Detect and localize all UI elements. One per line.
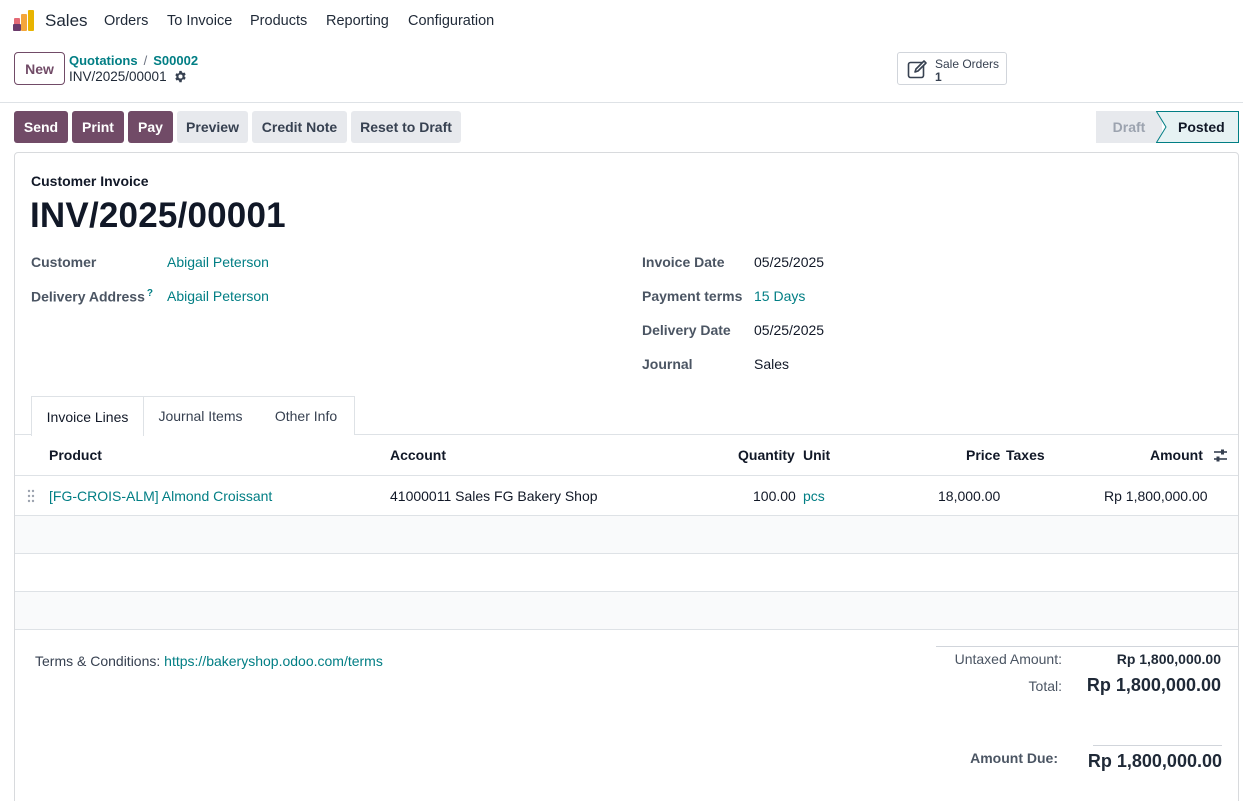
credit-note-button[interactable]: Credit Note — [252, 111, 347, 143]
breadcrumb-current: INV/2025/00001 — [69, 69, 187, 84]
total-value: Rp 1,800,000.00 — [1086, 675, 1221, 695]
delivery-address-field[interactable]: Abigail Peterson — [167, 288, 269, 304]
print-button[interactable]: Print — [72, 111, 124, 143]
status-posted-label: Posted — [1178, 119, 1225, 135]
col-price[interactable]: Price — [966, 447, 1000, 463]
menu-to-invoice[interactable]: To Invoice — [167, 13, 232, 29]
col-unit[interactable]: Unit — [803, 447, 830, 463]
breadcrumb-separator: / — [143, 53, 148, 68]
breadcrumb-quotations[interactable]: Quotations — [69, 53, 138, 68]
status-bar: Draft Posted — [1096, 111, 1239, 143]
total-label: Total: — [1028, 678, 1062, 694]
optional-columns-icon[interactable] — [1213, 448, 1228, 463]
col-amount[interactable]: Amount — [1150, 447, 1203, 463]
empty-row — [15, 516, 1238, 553]
pay-button[interactable]: Pay — [128, 111, 173, 143]
new-button[interactable]: New — [14, 52, 65, 85]
payment-terms-label: Payment terms — [642, 288, 743, 304]
customer-label: Customer — [31, 254, 97, 270]
help-icon[interactable]: ? — [147, 288, 153, 299]
status-draft[interactable]: Draft — [1096, 111, 1162, 143]
smart-button-label: Sale Orders — [935, 57, 1000, 71]
app-name[interactable]: Sales — [45, 11, 88, 31]
row-account[interactable]: 41000011 Sales FG Bakery Shop — [390, 488, 598, 504]
customer-field[interactable]: Abigail Peterson — [167, 254, 269, 270]
top-navbar: Sales Orders To Invoice Products Reporti… — [0, 0, 1243, 42]
menu-configuration[interactable]: Configuration — [408, 13, 494, 29]
terms-link[interactable]: https://bakeryshop.odoo.com/terms — [164, 653, 383, 669]
breadcrumb-order[interactable]: S00002 — [153, 53, 198, 68]
untaxed-amount-label: Untaxed Amount: — [954, 651, 1062, 667]
tab-journal-items[interactable]: Journal Items — [143, 396, 259, 435]
delivery-address-label-text: Delivery Address — [31, 288, 145, 305]
empty-row — [15, 554, 1238, 591]
edit-document-icon — [907, 60, 927, 79]
send-button[interactable]: Send — [14, 111, 68, 143]
invoice-date-label: Invoice Date — [642, 254, 725, 270]
delivery-address-label: Delivery Address? — [31, 288, 153, 305]
amount-due-label: Amount Due: — [970, 750, 1058, 766]
col-product[interactable]: Product — [49, 447, 102, 463]
tab-other-info[interactable]: Other Info — [258, 396, 355, 435]
terms-and-conditions: Terms & Conditions: https://bakeryshop.o… — [35, 653, 383, 669]
preview-button[interactable]: Preview — [177, 111, 248, 143]
delivery-date-label: Delivery Date — [642, 322, 731, 338]
row-unit[interactable]: pcs — [803, 488, 825, 504]
invoice-date-field[interactable]: 05/25/2025 — [754, 254, 824, 270]
drag-handle-icon[interactable] — [27, 489, 35, 503]
totals-divider — [936, 646, 1238, 647]
menu-orders[interactable]: Orders — [104, 13, 148, 29]
journal-label: Journal — [642, 356, 693, 372]
row-amount: Rp 1,800,000.00 — [1104, 488, 1208, 504]
untaxed-amount-value: Rp 1,800,000.00 — [1116, 651, 1221, 667]
sale-orders-smart-button[interactable]: Sale Orders 1 — [897, 52, 1007, 85]
col-account[interactable]: Account — [390, 447, 446, 463]
row-price[interactable]: 18,000.00 — [938, 488, 1000, 504]
document-type: Customer Invoice — [31, 173, 149, 189]
sales-app-icon[interactable] — [13, 10, 36, 32]
smart-button-count: 1 — [935, 70, 942, 84]
amount-due-value: Rp 1,800,000.00 — [1087, 751, 1222, 771]
row-divider — [15, 629, 1238, 630]
tab-invoice-lines[interactable]: Invoice Lines — [31, 396, 144, 436]
journal-field[interactable]: Sales — [754, 356, 789, 372]
form-sheet — [14, 152, 1239, 801]
empty-row — [15, 592, 1238, 629]
menu-reporting[interactable]: Reporting — [326, 13, 389, 29]
payment-terms-field[interactable]: 15 Days — [754, 288, 805, 304]
row-quantity[interactable]: 100.00 — [753, 488, 796, 504]
current-record-name: INV/2025/00001 — [69, 69, 167, 84]
menu-products[interactable]: Products — [250, 13, 307, 29]
col-taxes[interactable]: Taxes — [1006, 447, 1045, 463]
reset-to-draft-button[interactable]: Reset to Draft — [351, 111, 461, 143]
gear-icon[interactable] — [174, 70, 187, 83]
status-posted[interactable]: Posted — [1156, 111, 1239, 143]
control-panel: New Quotations / S00002 INV/2025/00001 Sal… — [0, 42, 1243, 103]
row-product[interactable]: [FG-CROIS-ALM] Almond Croissant — [49, 488, 272, 504]
breadcrumb: Quotations / S00002 — [69, 53, 198, 68]
terms-label: Terms & Conditions: — [35, 653, 161, 669]
header-divider — [15, 475, 1238, 476]
col-quantity[interactable]: Quantity — [738, 447, 795, 463]
invoice-number: INV/2025/00001 — [30, 196, 286, 235]
delivery-date-field[interactable]: 05/25/2025 — [754, 322, 824, 338]
amount-due-divider — [1093, 745, 1222, 746]
